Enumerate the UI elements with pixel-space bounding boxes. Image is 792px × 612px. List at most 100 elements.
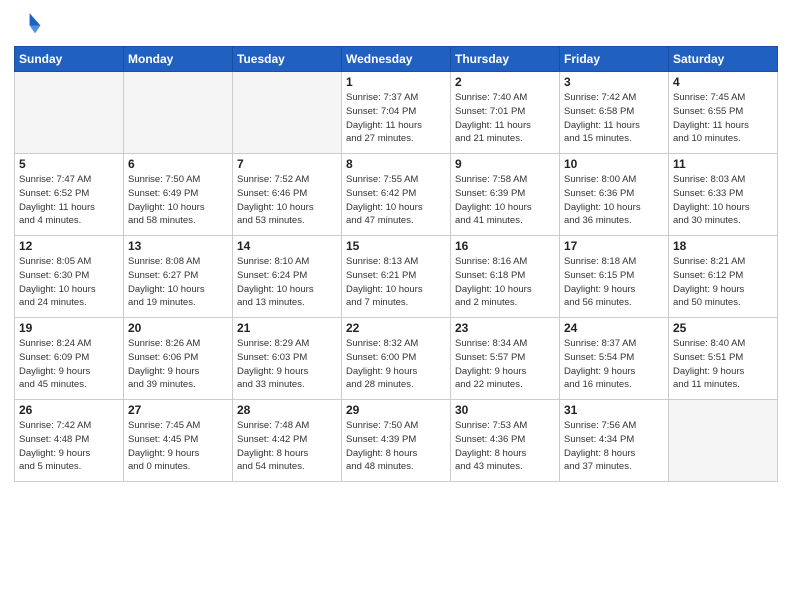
day-info: Sunrise: 7:45 AM Sunset: 6:55 PM Dayligh… [673,91,773,146]
day-number: 10 [564,157,664,171]
weekday-header-monday: Monday [124,47,233,72]
day-cell: 25Sunrise: 8:40 AM Sunset: 5:51 PM Dayli… [669,318,778,400]
day-number: 1 [346,75,446,89]
day-number: 24 [564,321,664,335]
day-info: Sunrise: 8:00 AM Sunset: 6:36 PM Dayligh… [564,173,664,228]
day-info: Sunrise: 8:32 AM Sunset: 6:00 PM Dayligh… [346,337,446,392]
day-cell: 2 Sunrise: 7:40 AM Sunset: 7:01 PM Daylig… [451,72,560,154]
week-row-2: 5 Sunrise: 7:47 AM Sunset: 6:52 PM Daylig… [15,154,778,236]
day-cell: 28 Sunrise: 7:48 AM Sunset: 4:42 PM Dayli… [233,400,342,482]
day-cell [233,72,342,154]
day-info: Sunrise: 7:52 AM Sunset: 6:46 PM Dayligh… [237,173,337,228]
day-info: Sunrise: 8:13 AM Sunset: 6:21 PM Dayligh… [346,255,446,310]
day-info: Sunrise: 8:18 AM Sunset: 6:15 PM Dayligh… [564,255,664,310]
weekday-header-tuesday: Tuesday [233,47,342,72]
day-number: 8 [346,157,446,171]
day-info: Sunrise: 7:48 AM Sunset: 4:42 PM Dayligh… [237,419,337,474]
day-cell: 24 Sunrise: 8:37 AM Sunset: 5:54 PM Dayli… [560,318,669,400]
day-cell: 26 Sunrise: 7:42 AM Sunset: 4:48 PM Dayli… [15,400,124,482]
weekday-header-friday: Friday [560,47,669,72]
day-cell: 31 Sunrise: 7:56 AM Sunset: 4:34 PM Dayli… [560,400,669,482]
day-info: Sunrise: 8:24 AM Sunset: 6:09 PM Dayligh… [19,337,119,392]
day-cell: 8 Sunrise: 7:55 AM Sunset: 6:42 PM Daylig… [342,154,451,236]
day-cell: 12 Sunrise: 8:05 AM Sunset: 6:30 PM Dayli… [15,236,124,318]
day-number: 11 [673,157,773,171]
day-info: Sunrise: 8:16 AM Sunset: 6:18 PM Dayligh… [455,255,555,310]
day-info: Sunrise: 8:34 AM Sunset: 5:57 PM Dayligh… [455,337,555,392]
logo-icon [14,10,42,38]
page-container: SundayMondayTuesdayWednesdayThursdayFrid… [0,0,792,490]
day-cell: 20Sunrise: 8:26 AM Sunset: 6:06 PM Dayli… [124,318,233,400]
day-number: 14 [237,239,337,253]
day-info: Sunrise: 8:26 AM Sunset: 6:06 PM Dayligh… [128,337,228,392]
day-info: Sunrise: 7:40 AM Sunset: 7:01 PM Dayligh… [455,91,555,146]
day-cell: 4 Sunrise: 7:45 AM Sunset: 6:55 PM Daylig… [669,72,778,154]
day-cell: 14 Sunrise: 8:10 AM Sunset: 6:24 PM Dayli… [233,236,342,318]
day-info: Sunrise: 7:47 AM Sunset: 6:52 PM Dayligh… [19,173,119,228]
weekday-header-sunday: Sunday [15,47,124,72]
day-info: Sunrise: 8:29 AM Sunset: 6:03 PM Dayligh… [237,337,337,392]
weekday-header-thursday: Thursday [451,47,560,72]
day-number: 7 [237,157,337,171]
day-number: 2 [455,75,555,89]
day-number: 13 [128,239,228,253]
logo [14,10,44,38]
day-number: 17 [564,239,664,253]
day-number: 6 [128,157,228,171]
day-info: Sunrise: 8:10 AM Sunset: 6:24 PM Dayligh… [237,255,337,310]
day-cell: 19 Sunrise: 8:24 AM Sunset: 6:09 PM Dayli… [15,318,124,400]
day-cell: 9 Sunrise: 7:58 AM Sunset: 6:39 PM Daylig… [451,154,560,236]
day-number: 12 [19,239,119,253]
week-row-1: 1 Sunrise: 7:37 AM Sunset: 7:04 PM Daylig… [15,72,778,154]
day-info: Sunrise: 8:03 AM Sunset: 6:33 PM Dayligh… [673,173,773,228]
day-cell: 1 Sunrise: 7:37 AM Sunset: 7:04 PM Daylig… [342,72,451,154]
day-info: Sunrise: 7:37 AM Sunset: 7:04 PM Dayligh… [346,91,446,146]
day-info: Sunrise: 8:21 AM Sunset: 6:12 PM Dayligh… [673,255,773,310]
day-cell: 10 Sunrise: 8:00 AM Sunset: 6:36 PM Dayli… [560,154,669,236]
day-info: Sunrise: 7:56 AM Sunset: 4:34 PM Dayligh… [564,419,664,474]
day-number: 27 [128,403,228,417]
day-cell: 13 Sunrise: 8:08 AM Sunset: 6:27 PM Dayli… [124,236,233,318]
day-number: 21 [237,321,337,335]
day-cell: 11 Sunrise: 8:03 AM Sunset: 6:33 PM Dayli… [669,154,778,236]
weekday-header-saturday: Saturday [669,47,778,72]
page-header [14,10,778,38]
calendar-table: SundayMondayTuesdayWednesdayThursdayFrid… [14,46,778,482]
day-number: 30 [455,403,555,417]
day-cell: 6Sunrise: 7:50 AM Sunset: 6:49 PM Daylig… [124,154,233,236]
day-cell: 3Sunrise: 7:42 AM Sunset: 6:58 PM Daylig… [560,72,669,154]
day-info: Sunrise: 8:05 AM Sunset: 6:30 PM Dayligh… [19,255,119,310]
day-number: 4 [673,75,773,89]
day-info: Sunrise: 7:58 AM Sunset: 6:39 PM Dayligh… [455,173,555,228]
day-number: 9 [455,157,555,171]
weekday-header-wednesday: Wednesday [342,47,451,72]
day-number: 18 [673,239,773,253]
day-number: 26 [19,403,119,417]
week-row-3: 12 Sunrise: 8:05 AM Sunset: 6:30 PM Dayli… [15,236,778,318]
day-info: Sunrise: 7:53 AM Sunset: 4:36 PM Dayligh… [455,419,555,474]
day-number: 5 [19,157,119,171]
day-number: 15 [346,239,446,253]
day-number: 31 [564,403,664,417]
day-number: 28 [237,403,337,417]
day-info: Sunrise: 7:42 AM Sunset: 6:58 PM Dayligh… [564,91,664,146]
day-cell: 18 Sunrise: 8:21 AM Sunset: 6:12 PM Dayli… [669,236,778,318]
day-cell: 5 Sunrise: 7:47 AM Sunset: 6:52 PM Daylig… [15,154,124,236]
day-cell: 17 Sunrise: 8:18 AM Sunset: 6:15 PM Dayli… [560,236,669,318]
day-number: 25 [673,321,773,335]
day-cell: 7 Sunrise: 7:52 AM Sunset: 6:46 PM Daylig… [233,154,342,236]
day-info: Sunrise: 7:45 AM Sunset: 4:45 PM Dayligh… [128,419,228,474]
day-cell: 22Sunrise: 8:32 AM Sunset: 6:00 PM Dayli… [342,318,451,400]
day-info: Sunrise: 7:42 AM Sunset: 4:48 PM Dayligh… [19,419,119,474]
day-cell: 21 Sunrise: 8:29 AM Sunset: 6:03 PM Dayli… [233,318,342,400]
day-number: 29 [346,403,446,417]
day-number: 19 [19,321,119,335]
day-number: 23 [455,321,555,335]
day-cell: 23 Sunrise: 8:34 AM Sunset: 5:57 PM Dayli… [451,318,560,400]
day-info: Sunrise: 8:08 AM Sunset: 6:27 PM Dayligh… [128,255,228,310]
day-info: Sunrise: 7:55 AM Sunset: 6:42 PM Dayligh… [346,173,446,228]
week-row-4: 19 Sunrise: 8:24 AM Sunset: 6:09 PM Dayli… [15,318,778,400]
day-info: Sunrise: 8:37 AM Sunset: 5:54 PM Dayligh… [564,337,664,392]
day-info: Sunrise: 7:50 AM Sunset: 4:39 PM Dayligh… [346,419,446,474]
day-cell: 30 Sunrise: 7:53 AM Sunset: 4:36 PM Dayli… [451,400,560,482]
